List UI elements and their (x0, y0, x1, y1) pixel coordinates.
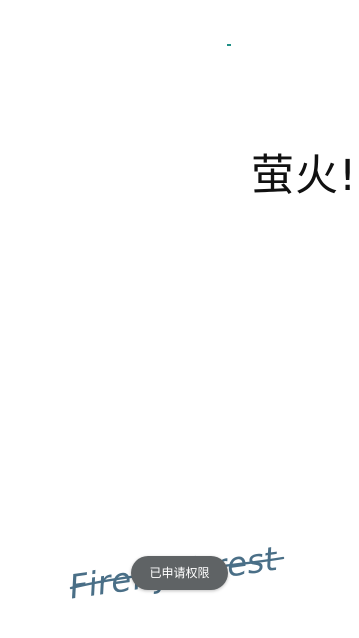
accent-dot-icon (227, 44, 231, 46)
permission-toast: 已申请权限 (131, 556, 228, 590)
app-title: 萤火! (251, 151, 358, 201)
